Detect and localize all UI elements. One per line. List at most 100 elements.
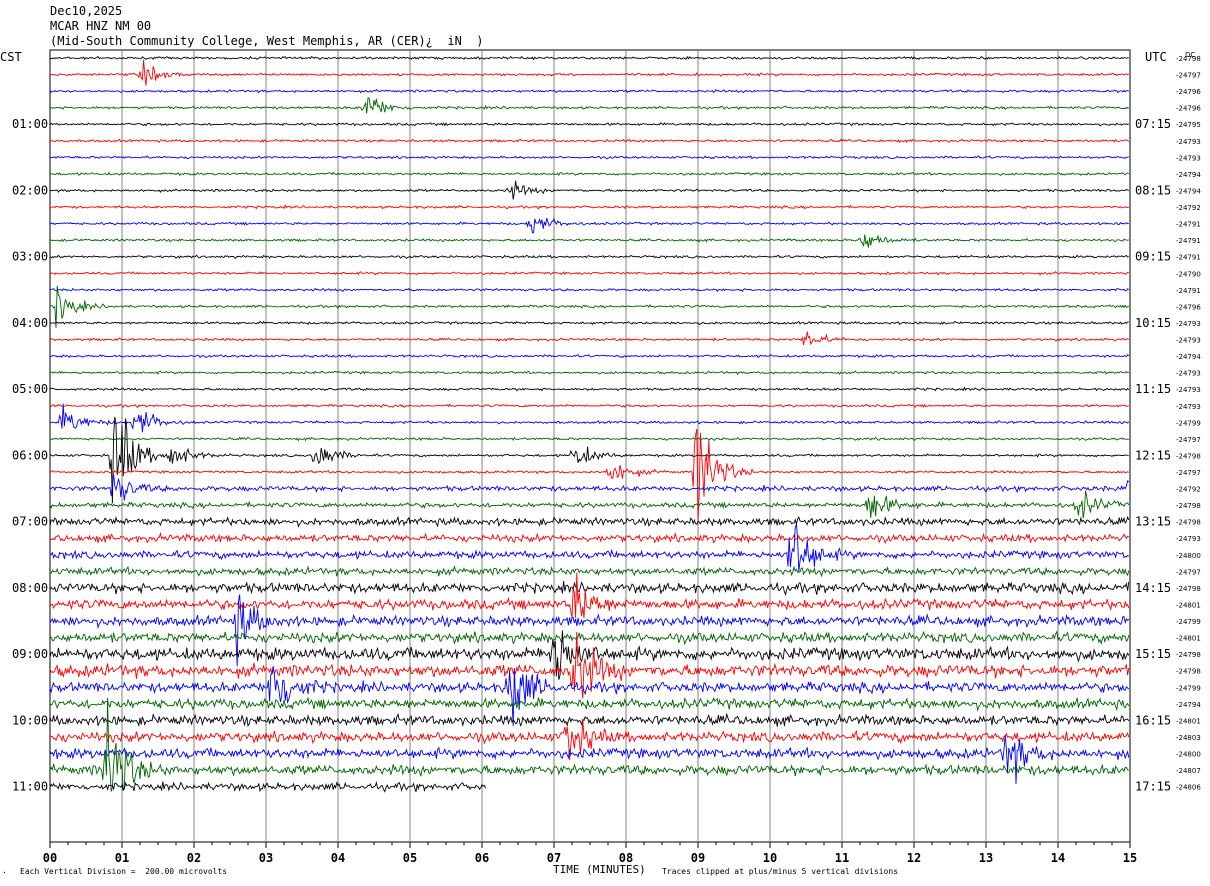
dc-offset-label: -24797 [1176,72,1201,80]
dc-offset-label: -24792 [1176,486,1201,494]
trace-line [49,180,1129,200]
trace-line [49,403,1129,409]
dc-offset-label: -24798 [1176,502,1201,510]
dc-offset-label: -24806 [1176,784,1201,792]
trace-line [49,285,1129,328]
dc-offset-label: -24797 [1176,568,1201,576]
x-tick-label: 06 [475,851,489,865]
right-hour-label: 12:15 [1135,448,1171,462]
right-hour-label: 11:15 [1135,382,1171,396]
x-tick-label: 02 [187,851,201,865]
trace-line [49,138,1130,144]
right-hour-label: 15:15 [1135,647,1171,661]
left-hour-label: 07:00 [12,515,48,529]
trace-line [49,436,1129,442]
trace-line [49,370,1129,376]
x-tick-label: 15 [1123,851,1137,865]
trace-line [49,171,1130,177]
dc-offset-label: -24798 [1176,668,1201,676]
dc-offset-label: -24793 [1176,337,1201,345]
trace-line [49,515,1130,528]
dc-offset-label: -24801 [1176,601,1201,609]
x-tick-label: 14 [1051,851,1065,865]
right-hour-label: 16:15 [1135,713,1171,727]
x-tick-label: 11 [835,851,849,865]
dc-offset-label: -24793 [1176,403,1201,411]
trace-line [49,353,1130,359]
trace-line [49,712,1130,728]
dc-offset-label: -24798 [1176,452,1201,460]
dc-offset-label: -24791 [1176,221,1201,229]
x-tick-label: 12 [907,851,921,865]
x-tick-label: 04 [331,851,345,865]
dc-offset-label: -24801 [1176,717,1201,725]
trace-line [49,580,1130,596]
left-timezone-label: CST [0,50,22,64]
dc-offset-label: -24794 [1176,187,1201,195]
trace-line [49,287,1130,293]
dc-offset-label: -24799 [1176,618,1201,626]
trace-line [49,155,1130,160]
x-tick-label: 00 [43,851,57,865]
dc-offset-label: -24793 [1176,154,1201,162]
corner-mark: . [2,866,7,875]
trace-line [49,696,1130,712]
left-hour-label: 03:00 [12,250,48,264]
left-hour-label: 02:00 [12,183,48,197]
dc-offset-label: -24798 [1176,55,1201,63]
left-hour-label: 09:00 [12,647,48,661]
dc-offset-label: -24793 [1176,320,1201,328]
dc-offset-label: -24793 [1176,535,1201,543]
dc-offset-label: -24794 [1176,701,1201,709]
right-hour-label: 07:15 [1135,117,1171,131]
x-tick-label: 03 [259,851,273,865]
trace-line [49,97,1130,114]
right-hour-label: 13:15 [1135,515,1171,529]
dc-offset-label: -24791 [1176,254,1201,262]
left-hour-label: 10:00 [12,713,48,727]
trace-line [49,55,1129,61]
left-hour-label: 04:00 [12,316,48,330]
left-hour-label: 11:00 [12,780,48,794]
x-tick-label: 13 [979,851,993,865]
right-hour-label: 09:15 [1135,250,1171,264]
right-timezone-label: UTC [1145,50,1167,64]
trace-line [49,416,1129,504]
trace-group [49,55,1130,793]
dc-offset-label: -24795 [1176,121,1201,129]
trace-line [49,428,1129,523]
trace-line [49,331,1129,346]
dc-offset-label: -24794 [1176,171,1201,179]
x-tick-label: 05 [403,851,417,865]
dc-offset-label: -24794 [1176,353,1201,361]
left-hour-label: 08:00 [12,581,48,595]
trace-line [49,666,1130,727]
trace-line [49,572,1130,619]
left-hour-label: 06:00 [12,448,48,462]
dc-offset-label: -24796 [1176,303,1201,311]
right-hour-label: 14:15 [1135,581,1171,595]
dc-offset-label: -24798 [1176,519,1201,527]
right-hour-label: 17:15 [1135,780,1171,794]
trace-line [49,270,1129,276]
dc-offset-label: -24793 [1176,386,1201,394]
dc-offset-label: -24792 [1176,204,1201,212]
x-tick-label: 01 [115,851,129,865]
scale-note: Each Vertical Division = 200.00 microvol… [20,867,228,876]
trace-line [49,474,1130,501]
dc-offset-label: -24796 [1176,105,1201,113]
dc-offset-label: -24793 [1176,138,1201,146]
right-hour-label: 08:15 [1135,183,1171,197]
dc-offset-label: -24793 [1176,370,1201,378]
left-hour-label: 01:00 [12,117,48,131]
trace-line [49,386,1130,392]
dc-offset-label: -24803 [1176,734,1201,742]
dc-offset-label: -24790 [1176,270,1201,278]
dc-offset-label: -24796 [1176,88,1201,96]
trace-line [49,217,1129,234]
trace-line [49,122,1130,127]
seismogram-chart: 00 01 02 03 04 05 06 07 08 09 10 11 12 13 14 15CST UTC DC… [0,49,1201,865]
dc-offset-label: -24797 [1176,469,1201,477]
dc-offset-label: -24800 [1176,552,1201,560]
trace-line [49,781,487,793]
